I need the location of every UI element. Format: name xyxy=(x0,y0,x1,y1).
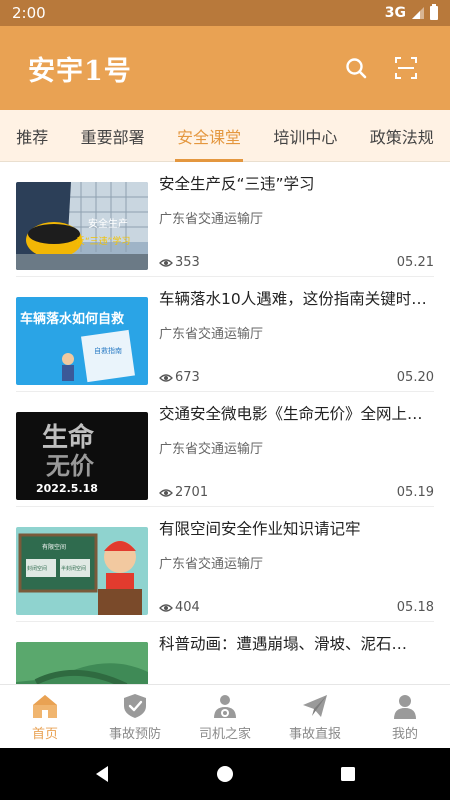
article-title: 交通安全微电影《生命无价》全网上… xyxy=(159,405,423,423)
article-list: 安全生产 反“三违”学习 安全生产反“三违”学习 广东省交通运输厅 353 05… xyxy=(0,162,450,684)
article-source: 广东省交通运输厅 xyxy=(159,557,264,572)
svg-text:2022.5.18: 2022.5.18 xyxy=(36,482,98,495)
eye-icon xyxy=(159,603,173,612)
article-title: 科普动画：遭遇崩塌、滑坡、泥石… xyxy=(159,635,408,653)
home-circle-icon[interactable] xyxy=(215,764,235,784)
back-icon[interactable] xyxy=(92,764,112,784)
nav-home-label: 首页 xyxy=(31,726,58,742)
paper-plane-icon xyxy=(303,694,327,717)
article-source: 广东省交通运输厅 xyxy=(159,212,264,227)
svg-text:有限空间: 有限空间 xyxy=(42,543,66,551)
app-title: 安宇1号 xyxy=(28,55,132,87)
nav-profile[interactable]: 我的 xyxy=(360,685,450,748)
battery-icon xyxy=(430,4,438,20)
svg-text:车辆落水如何自救: 车辆落水如何自救 xyxy=(20,311,124,327)
view-count: 353 xyxy=(175,255,200,270)
tab-recommend[interactable]: 推荐 xyxy=(14,110,50,162)
svg-text:安全生产: 安全生产 xyxy=(88,217,128,230)
nav-accident-report-label: 事故直报 xyxy=(288,726,341,742)
article-thumbnail xyxy=(16,642,148,684)
scan-button[interactable] xyxy=(390,52,422,84)
list-item[interactable]: 有限空间 封闭空间 半封闭空间 有限空间安全作业知识请记牢 广东省交通运输厅 4… xyxy=(16,507,434,622)
svg-text:自救指南: 自救指南 xyxy=(94,346,122,355)
list-item[interactable]: 科普动画：遭遇崩塌、滑坡、泥石… xyxy=(16,622,434,684)
bottom-navigation: 首页 事故预防 司机之家 事故直报 我的 xyxy=(0,684,450,748)
article-source: 广东省交通运输厅 xyxy=(159,327,264,342)
article-title: 有限空间安全作业知识请记牢 xyxy=(159,520,361,538)
article-thumbnail: 车辆落水如何自救 自救指南 xyxy=(16,297,148,385)
list-item[interactable]: 生命 无价 2022.5.18 交通安全微电影《生命无价》全网上… 广东省交通运… xyxy=(16,392,434,507)
svg-text:封闭空间: 封闭空间 xyxy=(27,565,47,572)
eye-icon xyxy=(159,488,173,497)
article-title: 安全生产反“三违”学习 xyxy=(159,175,315,193)
home-icon xyxy=(33,694,57,718)
article-date: 05.21 xyxy=(396,255,434,270)
article-title: 车辆落水10人遇难，这份指南关键时… xyxy=(159,290,427,308)
svg-text:生命: 生命 xyxy=(42,422,95,453)
signal-icon xyxy=(412,7,424,19)
recents-icon[interactable] xyxy=(338,764,358,784)
eye-icon xyxy=(159,258,173,267)
nav-accident-prevention-label: 事故预防 xyxy=(108,726,161,742)
svg-text:反“三违”学习: 反“三违”学习 xyxy=(76,235,130,247)
view-count: 2701 xyxy=(175,485,209,500)
svg-text:半封闭空间: 半封闭空间 xyxy=(61,565,86,572)
view-count: 673 xyxy=(175,370,200,385)
nav-driver-home-label: 司机之家 xyxy=(198,726,251,742)
nav-home[interactable]: 首页 xyxy=(0,685,90,748)
network-type: 3G xyxy=(384,5,406,21)
article-source: 广东省交通运输厅 xyxy=(159,442,264,457)
article-thumbnail: 有限空间 封闭空间 半封闭空间 xyxy=(16,527,148,615)
shield-check-icon xyxy=(124,693,146,718)
article-date: 05.20 xyxy=(396,370,434,385)
category-tabs: 推荐 重要部署 安全课堂 培训中心 政策法规 xyxy=(0,110,450,162)
scan-icon xyxy=(395,57,417,79)
app-header: 安宇1号 xyxy=(0,26,450,110)
search-icon xyxy=(346,58,367,79)
view-count: 404 xyxy=(175,600,200,615)
article-date: 05.18 xyxy=(396,600,434,615)
tab-important-deployment[interactable]: 重要部署 xyxy=(79,110,147,162)
tab-safety-class[interactable]: 安全课堂 xyxy=(174,110,243,162)
list-item[interactable]: 车辆落水如何自救 自救指南 车辆落水10人遇难，这份指南关键时… 广东省交通运输… xyxy=(16,277,434,392)
article-thumbnail: 安全生产 反“三违”学习 xyxy=(16,182,148,270)
status-bar: 2:00 3G xyxy=(0,0,450,26)
nav-accident-report[interactable]: 事故直报 xyxy=(270,685,360,748)
search-button[interactable] xyxy=(340,52,372,84)
list-item[interactable]: 安全生产 反“三违”学习 安全生产反“三违”学习 广东省交通运输厅 353 05… xyxy=(16,162,434,277)
status-time: 2:00 xyxy=(12,4,46,22)
user-icon xyxy=(394,694,416,719)
driver-icon xyxy=(214,694,236,718)
nav-accident-prevention[interactable]: 事故预防 xyxy=(90,685,180,748)
nav-profile-label: 我的 xyxy=(391,726,418,742)
tab-training-center[interactable]: 培训中心 xyxy=(271,110,339,162)
article-date: 05.19 xyxy=(396,485,434,500)
svg-text:无价: 无价 xyxy=(46,452,95,480)
nav-driver-home[interactable]: 司机之家 xyxy=(180,685,270,748)
eye-icon xyxy=(159,373,173,382)
article-thumbnail: 生命 无价 2022.5.18 xyxy=(16,412,148,500)
system-navigation-bar xyxy=(0,748,450,800)
tab-policy-regulations[interactable]: 政策法规 xyxy=(368,110,436,162)
